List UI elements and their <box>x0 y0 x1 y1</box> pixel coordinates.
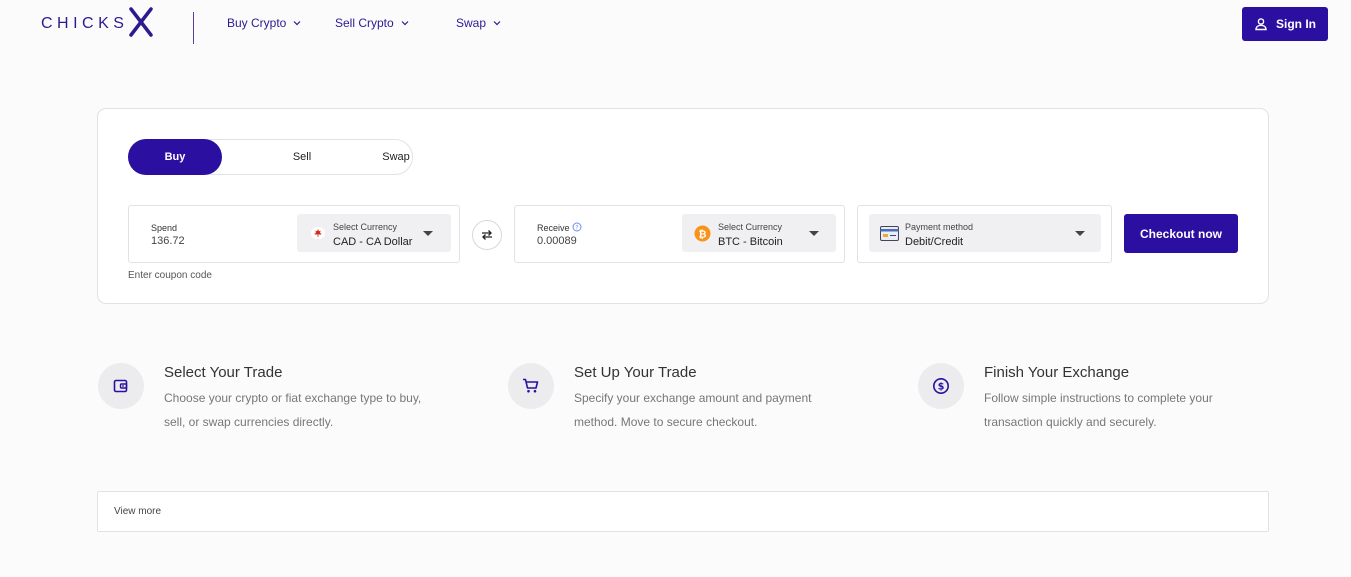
header-divider <box>193 12 194 44</box>
nav-swap-label: Swap <box>456 16 487 30</box>
logo-mark <box>129 6 154 42</box>
cart-icon <box>508 363 554 409</box>
swap-direction-button[interactable] <box>472 220 502 250</box>
dollar-coin-icon: $ <box>918 363 964 409</box>
spend-currency-label: Select Currency <box>333 222 398 232</box>
view-more-button[interactable]: View more <box>97 491 1269 532</box>
nav-sell-crypto-label: Sell Crypto <box>335 16 394 30</box>
spend-label: Spend <box>151 223 178 233</box>
spend-field: Spend 136.72 Select Currency CAD - CA Do… <box>128 205 460 263</box>
nav-buy-crypto[interactable]: Buy Crypto <box>227 16 302 30</box>
trade-card: Buy Sell Swap Spend 136.72 Select Curren… <box>97 108 1269 304</box>
spend-currency-select[interactable]: Select Currency CAD - CA Dollar <box>297 214 451 252</box>
help-icon[interactable]: ? <box>572 222 582 232</box>
canada-flag-icon <box>311 227 325 239</box>
nav-sell-crypto[interactable]: Sell Crypto <box>335 16 410 30</box>
step-setup-trade: Set Up Your Trade Specify your exchange … <box>508 362 838 442</box>
nav-swap[interactable]: Swap <box>456 16 502 30</box>
tab-swap[interactable]: Swap <box>349 139 443 175</box>
svg-text:₿: ₿ <box>698 228 706 240</box>
header: CHICKS Buy Crypto Sell Crypto Swap Sign … <box>0 0 1351 50</box>
logo-text: CHICKS <box>41 15 129 32</box>
step-title: Select Your Trade <box>164 364 283 381</box>
step-description: Follow simple instructions to complete y… <box>984 391 1213 429</box>
receive-currency-value: BTC - Bitcoin <box>718 236 783 248</box>
receive-currency-label: Select Currency <box>718 222 783 232</box>
caret-down-icon <box>1075 231 1085 236</box>
receive-input[interactable]: 0.00089 <box>537 235 577 247</box>
chevron-down-icon <box>493 21 501 26</box>
user-icon <box>1255 18 1267 31</box>
svg-text:?: ? <box>575 225 578 232</box>
receive-currency-select[interactable]: ₿ Select Currency BTC - Bitcoin <box>682 214 836 252</box>
caret-down-icon <box>423 231 433 236</box>
step-title: Finish Your Exchange <box>984 364 1130 381</box>
svg-text:$: $ <box>938 382 945 393</box>
tab-buy[interactable]: Buy <box>128 139 222 175</box>
chevron-down-icon <box>293 21 301 26</box>
trade-tabs: Buy Sell Swap <box>128 139 413 175</box>
payment-method-value: Debit/Credit <box>905 236 964 248</box>
spend-input[interactable]: 136.72 <box>151 235 185 247</box>
logo[interactable]: CHICKS <box>41 6 154 42</box>
step-description: Specify your exchange amount and payment… <box>574 391 812 429</box>
payment-method-select[interactable]: Payment method Debit/Credit <box>869 214 1101 252</box>
tab-sell[interactable]: Sell <box>255 139 349 175</box>
credit-card-icon <box>880 226 899 241</box>
step-select-trade: Select Your Trade Choose your crypto or … <box>98 362 428 442</box>
step-description: Choose your crypto or fiat exchange type… <box>164 391 422 429</box>
caret-down-icon <box>809 231 819 236</box>
nav-buy-crypto-label: Buy Crypto <box>227 16 287 30</box>
sign-in-label: Sign In <box>1276 17 1316 31</box>
payment-field: Payment method Debit/Credit <box>857 205 1112 263</box>
checkout-button[interactable]: Checkout now <box>1124 214 1238 253</box>
coupon-link[interactable]: Enter coupon code <box>128 270 212 281</box>
receive-field: Receive ? 0.00089 ₿ Select Currency BTC … <box>514 205 845 263</box>
sign-in-button[interactable]: Sign In <box>1242 7 1328 41</box>
wallet-icon <box>98 363 144 409</box>
receive-label: Receive <box>537 223 570 233</box>
chevron-down-icon <box>401 21 409 26</box>
bitcoin-icon: ₿ <box>694 225 711 242</box>
swap-arrows-icon <box>482 230 492 240</box>
step-finish-exchange: $ Finish Your Exchange Follow simple ins… <box>918 362 1248 442</box>
step-title: Set Up Your Trade <box>574 364 697 381</box>
spend-currency-value: CAD - CA Dollar <box>333 236 413 248</box>
payment-method-label: Payment method <box>905 222 974 232</box>
